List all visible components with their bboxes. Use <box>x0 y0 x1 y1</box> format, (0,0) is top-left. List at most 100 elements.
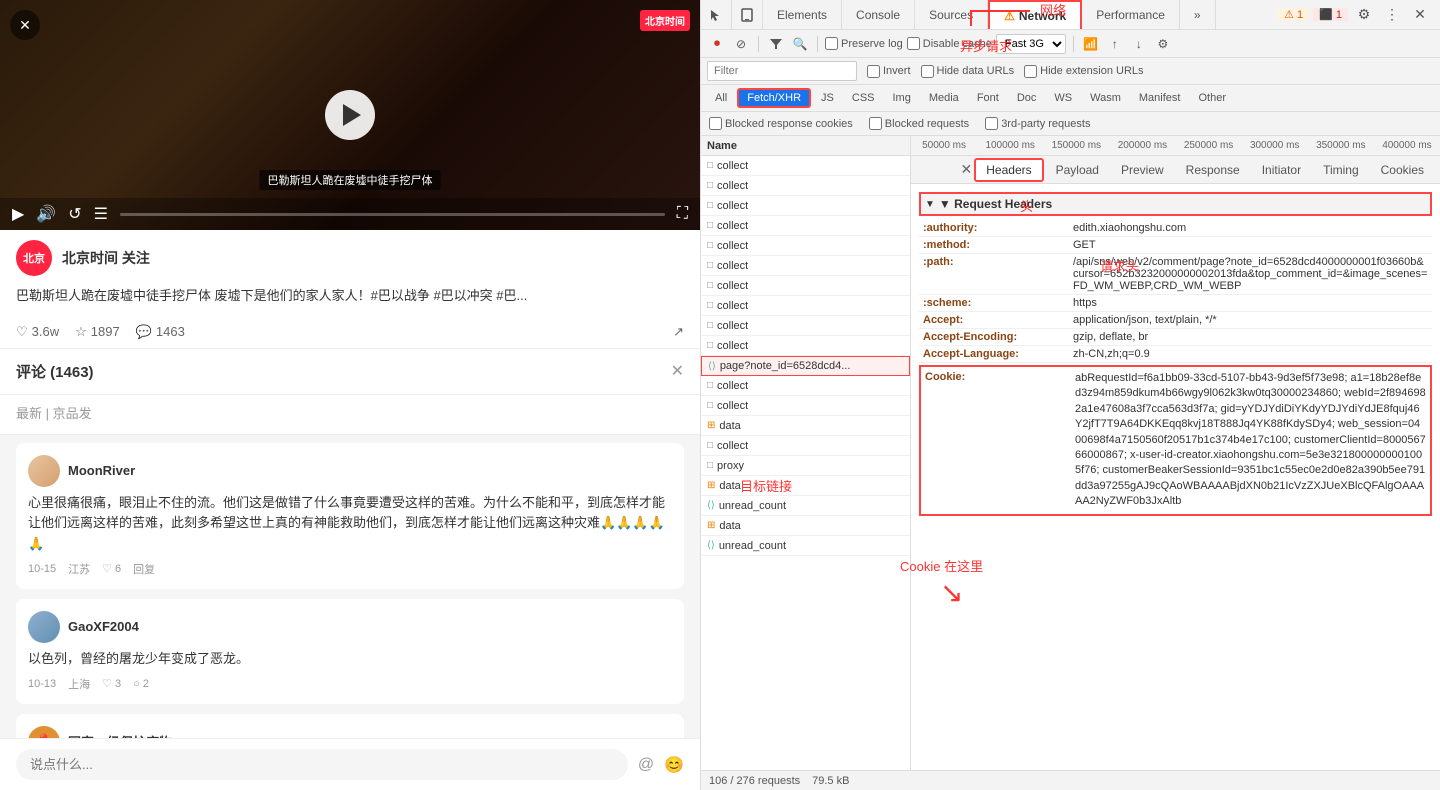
tab-response[interactable]: Response <box>1176 160 1250 180</box>
volume-icon[interactable]: 🔊 <box>36 204 56 224</box>
comment-input[interactable] <box>16 749 628 780</box>
third-party-input[interactable] <box>985 117 998 130</box>
disable-cache-input[interactable] <box>907 37 920 50</box>
import-button[interactable]: ↑ <box>1105 34 1125 54</box>
clear-button[interactable]: ⊘ <box>731 34 751 54</box>
hide-data-urls-input[interactable] <box>921 65 934 78</box>
tab-headers[interactable]: Headers <box>974 158 1043 182</box>
export-button[interactable]: ↓ <box>1129 34 1149 54</box>
like-action[interactable]: ♡ 3.6w <box>16 324 59 340</box>
filter-toggle-button[interactable] <box>766 34 786 54</box>
table-row[interactable]: ⊞data <box>701 516 910 536</box>
type-filter-fetch-xhr[interactable]: Fetch/XHR <box>737 88 811 108</box>
comments-close-icon[interactable]: ✕ <box>671 361 684 381</box>
table-row[interactable]: □collect <box>701 176 910 196</box>
record-button[interactable]: ⏺ <box>707 34 727 54</box>
table-row[interactable]: □proxy <box>701 456 910 476</box>
tab-console[interactable]: Console <box>842 0 915 29</box>
tab-cookies-detail[interactable]: Cookies <box>1371 160 1434 180</box>
rewind-icon[interactable]: ↺ <box>68 204 81 224</box>
tab-payload[interactable]: Payload <box>1046 160 1109 180</box>
tab-more[interactable]: » <box>1180 0 1216 29</box>
star-action[interactable]: ☆ 1897 <box>75 324 120 340</box>
table-row[interactable]: ⟨⟩unread_count <box>701 496 910 516</box>
third-party-requests-checkbox[interactable]: 3rd-party requests <box>985 117 1090 130</box>
settings-button[interactable]: ⚙ <box>1153 34 1173 54</box>
hide-data-urls-checkbox[interactable]: Hide data URLs <box>921 65 1015 78</box>
type-filter-font[interactable]: Font <box>969 90 1007 106</box>
play-button[interactable] <box>325 90 375 140</box>
header-name: Accept: <box>923 314 1073 326</box>
play-control-icon[interactable]: ▶ <box>12 204 24 224</box>
tab-latest[interactable]: 最新 | 京品发 <box>16 403 92 426</box>
table-row[interactable]: ⟨⟩unread_count <box>701 536 910 556</box>
type-filter-img[interactable]: Img <box>885 90 919 106</box>
tab-network[interactable]: ⚠ Network <box>988 0 1082 29</box>
table-row[interactable]: ⊞data <box>701 416 910 436</box>
mention-icon[interactable]: @ <box>638 756 654 774</box>
hide-extension-urls-checkbox[interactable]: Hide extension URLs <box>1024 65 1143 78</box>
type-filter-css[interactable]: CSS <box>844 90 883 106</box>
table-row[interactable]: □collect <box>701 396 910 416</box>
type-filter-doc[interactable]: Doc <box>1009 90 1045 106</box>
table-row[interactable]: □collect <box>701 296 910 316</box>
video-close-button[interactable]: ✕ <box>10 10 40 40</box>
disable-cache-checkbox[interactable]: Disable cache <box>907 37 992 50</box>
detail-close-button[interactable]: ✕ <box>961 161 973 178</box>
type-filter-ws[interactable]: WS <box>1046 90 1080 106</box>
emoji-icon[interactable]: 😊 <box>664 755 684 775</box>
devtools-settings-button[interactable]: ⚙ <box>1352 3 1376 27</box>
blocked-cookies-input[interactable] <box>709 117 722 130</box>
table-row[interactable]: □collect <box>701 256 910 276</box>
settings-icon[interactable]: ☰ <box>94 204 108 224</box>
table-row[interactable]: □collect <box>701 316 910 336</box>
table-row[interactable]: □collect <box>701 276 910 296</box>
progress-bar[interactable] <box>120 213 665 216</box>
preserve-log-checkbox[interactable]: Preserve log <box>825 37 903 50</box>
table-row[interactable]: ⊞data <box>701 476 910 496</box>
tab-performance[interactable]: Performance <box>1082 0 1180 29</box>
comment-action[interactable]: 💬 1463 <box>136 324 185 340</box>
blocked-requests-input[interactable] <box>869 117 882 130</box>
table-row[interactable]: □collect <box>701 216 910 236</box>
comment-like-button[interactable]: ♡ 6 <box>102 562 121 575</box>
table-row[interactable]: □collect <box>701 156 910 176</box>
tab-timing[interactable]: Timing <box>1313 160 1369 180</box>
table-row[interactable]: □collect <box>701 376 910 396</box>
table-row[interactable]: ⟨⟩page?note_id=6528dcd4... <box>701 356 910 376</box>
comment-like-button[interactable]: ♡ 3 <box>102 677 121 690</box>
type-filter-media[interactable]: Media <box>921 90 967 106</box>
share-action[interactable]: ↗ <box>673 324 684 340</box>
table-row[interactable]: □collect <box>701 236 910 256</box>
tab-initiator[interactable]: Initiator <box>1252 160 1311 180</box>
blocked-response-cookies-checkbox[interactable]: Blocked response cookies <box>709 117 853 130</box>
type-filter-js[interactable]: JS <box>813 90 842 106</box>
type-filter-wasm[interactable]: Wasm <box>1082 90 1129 106</box>
hide-extension-urls-input[interactable] <box>1024 65 1037 78</box>
tab-sources[interactable]: Sources <box>915 0 988 29</box>
throttle-select[interactable]: Fast 3G <box>996 34 1066 54</box>
devtools-tab-cursor[interactable] <box>701 0 732 29</box>
type-filter-other[interactable]: Other <box>1190 90 1234 106</box>
filter-input[interactable] <box>707 61 857 81</box>
search-button[interactable]: 🔍 <box>790 34 810 54</box>
table-row[interactable]: □collect <box>701 196 910 216</box>
table-row[interactable]: □collect <box>701 336 910 356</box>
type-filter-all[interactable]: All <box>707 90 735 106</box>
invert-input[interactable] <box>867 65 880 78</box>
request-headers-section[interactable]: ▼ ▼ Request Headers <box>919 192 1432 216</box>
blocked-requests-checkbox[interactable]: Blocked requests <box>869 117 969 130</box>
type-filter-manifest[interactable]: Manifest <box>1131 90 1189 106</box>
devtools-close-button[interactable]: ✕ <box>1408 3 1432 27</box>
table-row[interactable]: □collect <box>701 436 910 456</box>
devtools-tab-device[interactable] <box>732 0 763 29</box>
name-column-header[interactable]: Name <box>701 136 911 155</box>
tab-preview[interactable]: Preview <box>1111 160 1174 180</box>
reply-button[interactable]: ○ 2 <box>133 678 149 690</box>
devtools-more-button[interactable]: ⋮ <box>1380 3 1404 27</box>
fullscreen-icon[interactable]: ⛶ <box>677 205 688 223</box>
reply-button[interactable]: 回复 <box>133 561 155 577</box>
invert-checkbox[interactable]: Invert <box>867 65 911 78</box>
preserve-log-input[interactable] <box>825 37 838 50</box>
tab-elements[interactable]: Elements <box>763 0 842 29</box>
